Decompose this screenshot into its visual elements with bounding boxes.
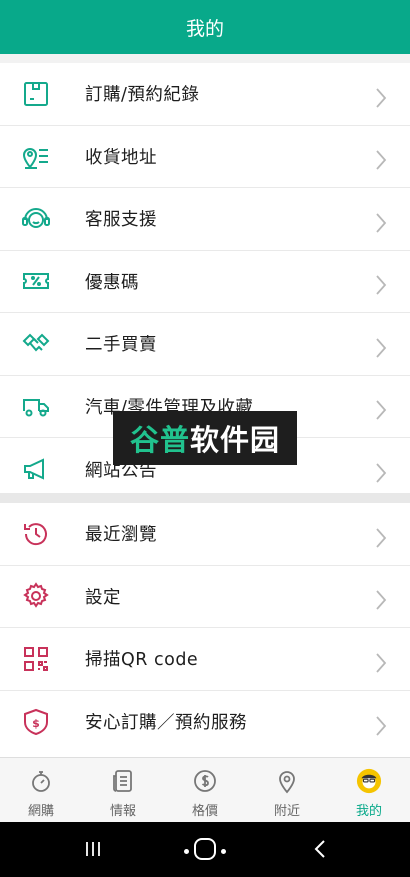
tab-news[interactable]: 情報 <box>82 758 164 822</box>
watermark-text-part1: 谷普 <box>129 423 190 457</box>
menu-item-label: 優惠碼 <box>85 272 139 293</box>
tab-label: 附近 <box>273 804 300 819</box>
tab-nearby[interactable]: 附近 <box>246 758 328 822</box>
tab-label: 網購 <box>27 804 54 819</box>
menu-section-tools: 最近瀏覽 設定 掃描QR code $ 安心訂購／預約服務 <box>0 503 410 753</box>
menu-item-label: 客服支援 <box>85 210 157 231</box>
car-icon <box>20 390 52 422</box>
menu-item-label: 二手買賣 <box>85 335 157 356</box>
menu-item-customer-service[interactable]: 客服支援 <box>0 188 410 251</box>
chevron-right-icon <box>374 589 388 610</box>
location-pin-icon <box>273 767 301 795</box>
bottom-tab-bar: 網購 情報 格價 附近 我的 <box>0 757 410 822</box>
menu-item-label: 設定 <box>85 587 121 608</box>
svg-text:$: $ <box>32 717 40 730</box>
profile-avatar-icon <box>355 767 383 795</box>
menu-item-label: 收貨地址 <box>85 147 157 168</box>
chevron-right-icon <box>374 212 388 233</box>
address-icon <box>20 140 52 172</box>
tab-price[interactable]: 格價 <box>164 758 246 822</box>
menu-item-label: 最近瀏覽 <box>85 525 157 546</box>
menu-item-safe-order[interactable]: $ 安心訂購／預約服務 <box>0 690 410 753</box>
order-record-icon <box>20 78 52 110</box>
chevron-right-icon <box>374 337 388 358</box>
back-icon[interactable] <box>312 839 328 859</box>
chevron-right-icon <box>374 149 388 170</box>
tab-shopping[interactable]: 網購 <box>0 758 82 822</box>
menu-item-settings[interactable]: 設定 <box>0 565 410 628</box>
system-navigation-bar <box>0 822 410 877</box>
chevron-right-icon <box>374 715 388 736</box>
timer-icon <box>27 767 55 795</box>
watermark-logo: 谷普 软件园 <box>113 411 297 465</box>
megaphone-icon <box>20 453 52 485</box>
tab-profile[interactable]: 我的 <box>328 758 410 822</box>
page-header: 我的 <box>0 0 410 54</box>
coupon-icon <box>20 265 52 297</box>
page-title: 我的 <box>185 17 224 40</box>
menu-item-label: 掃描QR code <box>85 650 199 671</box>
menu-item-recently-viewed[interactable]: 最近瀏覽 <box>0 503 410 566</box>
chevron-right-icon <box>374 87 388 108</box>
menu-item-label: 安心訂購／預約服務 <box>85 713 247 734</box>
header-spacer <box>0 54 410 63</box>
price-icon <box>191 767 219 795</box>
chevron-right-icon <box>374 399 388 420</box>
nav-dot-indicator <box>184 849 189 854</box>
chevron-right-icon <box>374 652 388 673</box>
watermark-text-part2: 软件园 <box>190 423 281 457</box>
recent-apps-icon[interactable] <box>84 840 102 858</box>
news-icon <box>109 767 137 795</box>
menu-item-coupon[interactable]: 優惠碼 <box>0 250 410 313</box>
tab-label: 情報 <box>109 804 136 819</box>
section-divider <box>0 493 410 503</box>
chevron-right-icon <box>374 274 388 295</box>
chevron-right-icon <box>374 462 388 483</box>
menu-item-order-record[interactable]: 訂購/預約紀錄 <box>0 63 410 126</box>
nav-dot-indicator <box>221 849 226 854</box>
history-icon <box>20 518 52 550</box>
menu-item-label: 訂購/預約紀錄 <box>85 85 200 106</box>
handshake-icon <box>20 328 52 360</box>
shield-icon: $ <box>20 706 52 738</box>
menu-item-second-hand[interactable]: 二手買賣 <box>0 313 410 376</box>
menu-item-scan-qr[interactable]: 掃描QR code <box>0 628 410 691</box>
menu-item-address[interactable]: 收貨地址 <box>0 125 410 188</box>
customer-service-icon <box>20 203 52 235</box>
gear-icon <box>20 580 52 612</box>
tab-label: 我的 <box>355 804 382 819</box>
home-icon[interactable] <box>194 838 216 860</box>
chevron-right-icon <box>374 527 388 548</box>
tab-label: 格價 <box>191 804 218 819</box>
qr-code-icon <box>20 643 52 675</box>
